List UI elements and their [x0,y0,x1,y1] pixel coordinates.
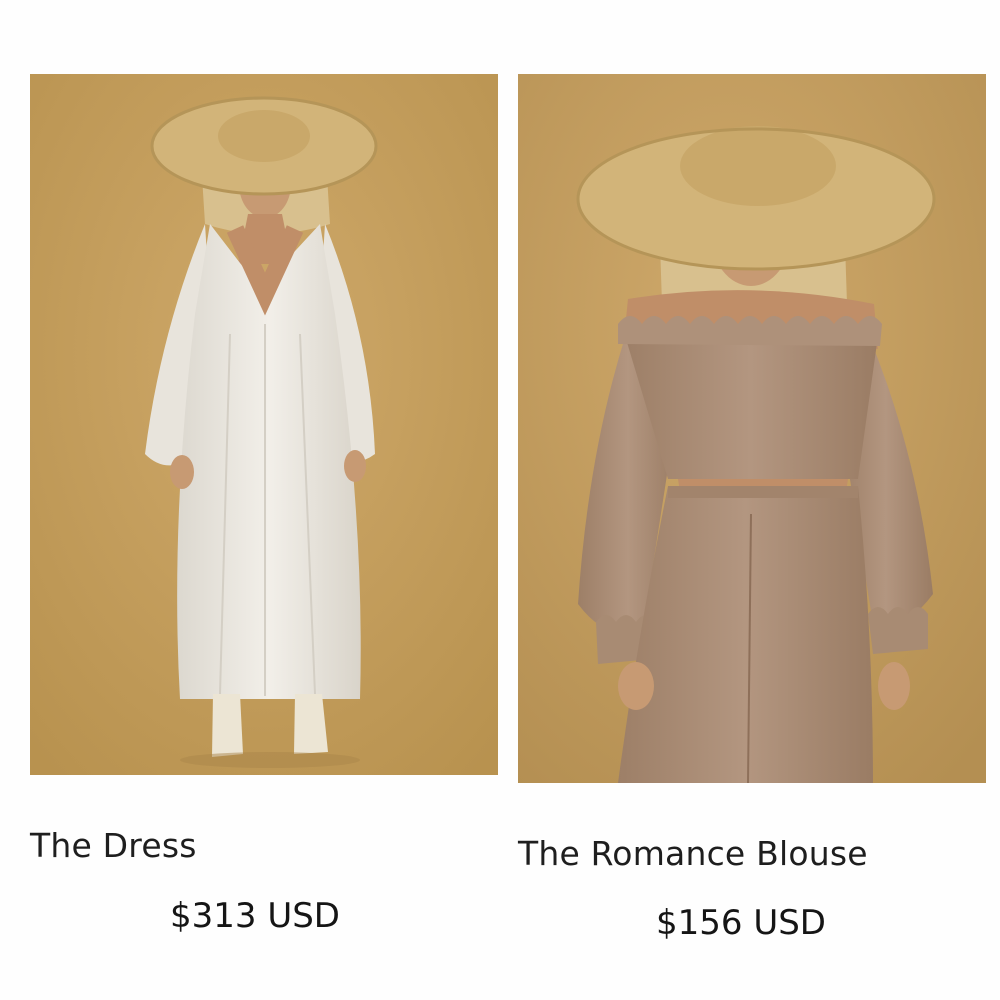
product-price: $156 USD [656,903,826,943]
dress-photo-illustration [30,74,498,775]
product-title[interactable]: The Dress [30,826,197,865]
product-image-dress[interactable] [30,74,498,775]
product-price: $313 USD [170,896,340,936]
product-image-romance-blouse[interactable] [518,74,986,783]
blouse-photo-illustration [518,74,986,783]
product-grid: The Dress $313 USD The Romance Blouse $1… [0,0,1000,1000]
product-title[interactable]: The Romance Blouse [518,834,868,873]
